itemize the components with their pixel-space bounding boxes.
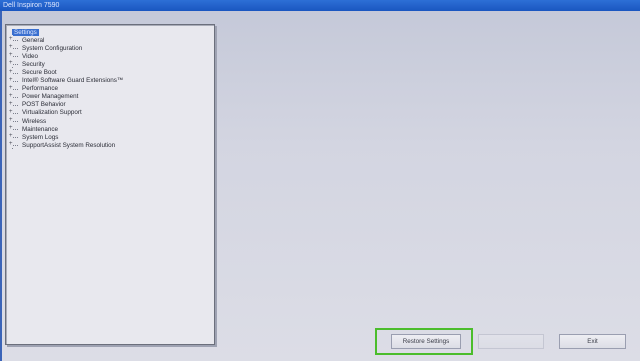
plus-expander-icon[interactable]: + [9,124,13,133]
tree-item-maintenance[interactable]: + Maintenance [9,124,214,134]
tree-item-label: Virtualization Support [22,109,82,117]
tree-item-virtualization[interactable]: + Virtualization Support [9,107,214,117]
tree-item-label: Security [22,60,45,68]
plus-expander-icon[interactable]: + [9,83,13,92]
tree-item-power-management[interactable]: + Power Management [9,91,214,101]
tree-item-video[interactable]: + Video [9,51,214,61]
plus-expander-icon[interactable]: + [9,140,13,149]
exit-button[interactable]: Exit [559,334,626,349]
plus-expander-icon[interactable]: + [9,35,13,44]
plus-expander-icon[interactable]: + [9,107,13,116]
tree-item-security[interactable]: + Security [9,59,214,69]
tree-item-label: Performance [22,85,59,93]
settings-tree-panel: Settings + General + System Configuratio… [5,24,215,345]
tree-item-general[interactable]: + General [9,35,214,45]
disabled-button [478,334,544,349]
title-bar: Dell Inspiron 7590 [0,0,640,11]
plus-expander-icon[interactable]: + [9,91,13,100]
tree-item-label: Power Management [22,93,79,101]
plus-expander-icon[interactable]: + [9,116,13,125]
settings-tree: Settings + General + System Configuratio… [6,25,214,150]
tree-item-label: Video [22,52,38,60]
tree-item-label: Wireless [22,117,47,125]
tree-item-supportassist[interactable]: + SupportAssist System Resolution [9,140,214,150]
tree-item-system-configuration[interactable]: + System Configuration [9,43,214,53]
tree-item-post-behavior[interactable]: + POST Behavior [9,99,214,109]
plus-expander-icon[interactable]: + [9,67,13,76]
tree-item-sgx[interactable]: + Intel® Software Guard Extensions™ [9,75,214,85]
plus-expander-icon[interactable]: + [9,75,13,84]
tree-item-label: SupportAssist System Resolution [22,141,116,149]
tree-item-label: POST Behavior [22,101,66,109]
restore-settings-button[interactable]: Restore Settings [391,334,461,349]
tree-item-secure-boot[interactable]: + Secure Boot [9,67,214,77]
tree-item-wireless[interactable]: + Wireless [9,116,214,126]
plus-expander-icon[interactable]: + [9,99,13,108]
plus-expander-icon[interactable]: + [9,43,13,52]
plus-expander-icon[interactable]: + [9,59,13,68]
tree-item-label: General [22,36,45,44]
tree-item-performance[interactable]: + Performance [9,83,214,93]
tree-item-label: Secure Boot [22,69,57,77]
tree-item-settings[interactable]: Settings [9,28,214,36]
tree-item-label: Intel® Software Guard Extensions™ [22,77,124,85]
tree-item-system-logs[interactable]: + System Logs [9,132,214,142]
tree-root-label: Settings [12,28,39,36]
plus-expander-icon[interactable]: + [9,132,13,141]
plus-expander-icon[interactable]: + [9,51,13,60]
tree-item-label: System Logs [22,133,59,141]
window-title: Dell Inspiron 7590 [3,2,60,9]
tree-item-label: System Configuration [22,44,83,52]
tree-item-label: Maintenance [22,125,59,133]
